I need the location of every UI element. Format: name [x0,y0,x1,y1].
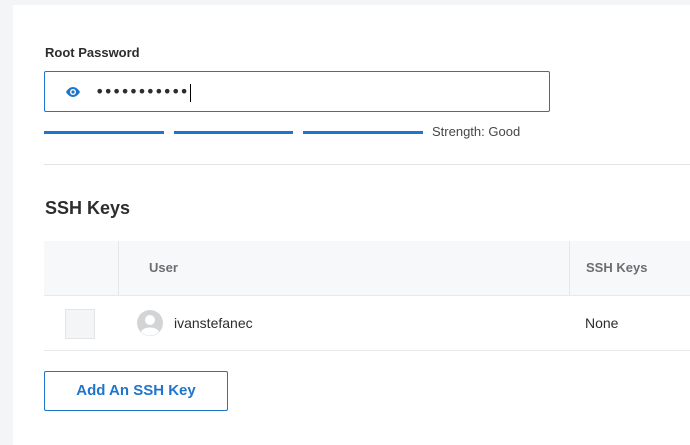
root-password-label: Root Password [45,45,140,60]
table-cell-user: ivanstefanec [174,315,253,331]
root-password-input[interactable]: ••••••••••• [44,71,550,112]
add-ssh-key-button[interactable]: Add An SSH Key [44,371,228,411]
strength-text: Strength: Good [432,124,521,139]
column-header-user[interactable]: User [149,260,178,275]
strength-segment-1 [44,131,164,134]
ssh-keys-title: SSH Keys [45,198,131,218]
user-avatar-icon [137,310,163,336]
panel: Root Password ••••••••••• Strength: Good… [13,5,690,445]
column-separator [118,241,119,295]
column-header-ssh-keys[interactable]: SSH Keys [586,260,647,275]
password-value: ••••••••••• [95,81,191,103]
strength-segment-2 [174,131,293,134]
eye-icon[interactable] [65,85,81,99]
column-separator [569,241,570,295]
table-row-border [44,350,690,351]
table-row-border [44,295,690,296]
section-divider [44,164,690,165]
ssh-table-header: User SSH Keys [44,241,690,295]
row-checkbox[interactable] [65,309,95,339]
strength-segment-3 [303,131,423,134]
text-caret [189,83,191,102]
table-cell-ssh-keys: None [585,315,619,331]
